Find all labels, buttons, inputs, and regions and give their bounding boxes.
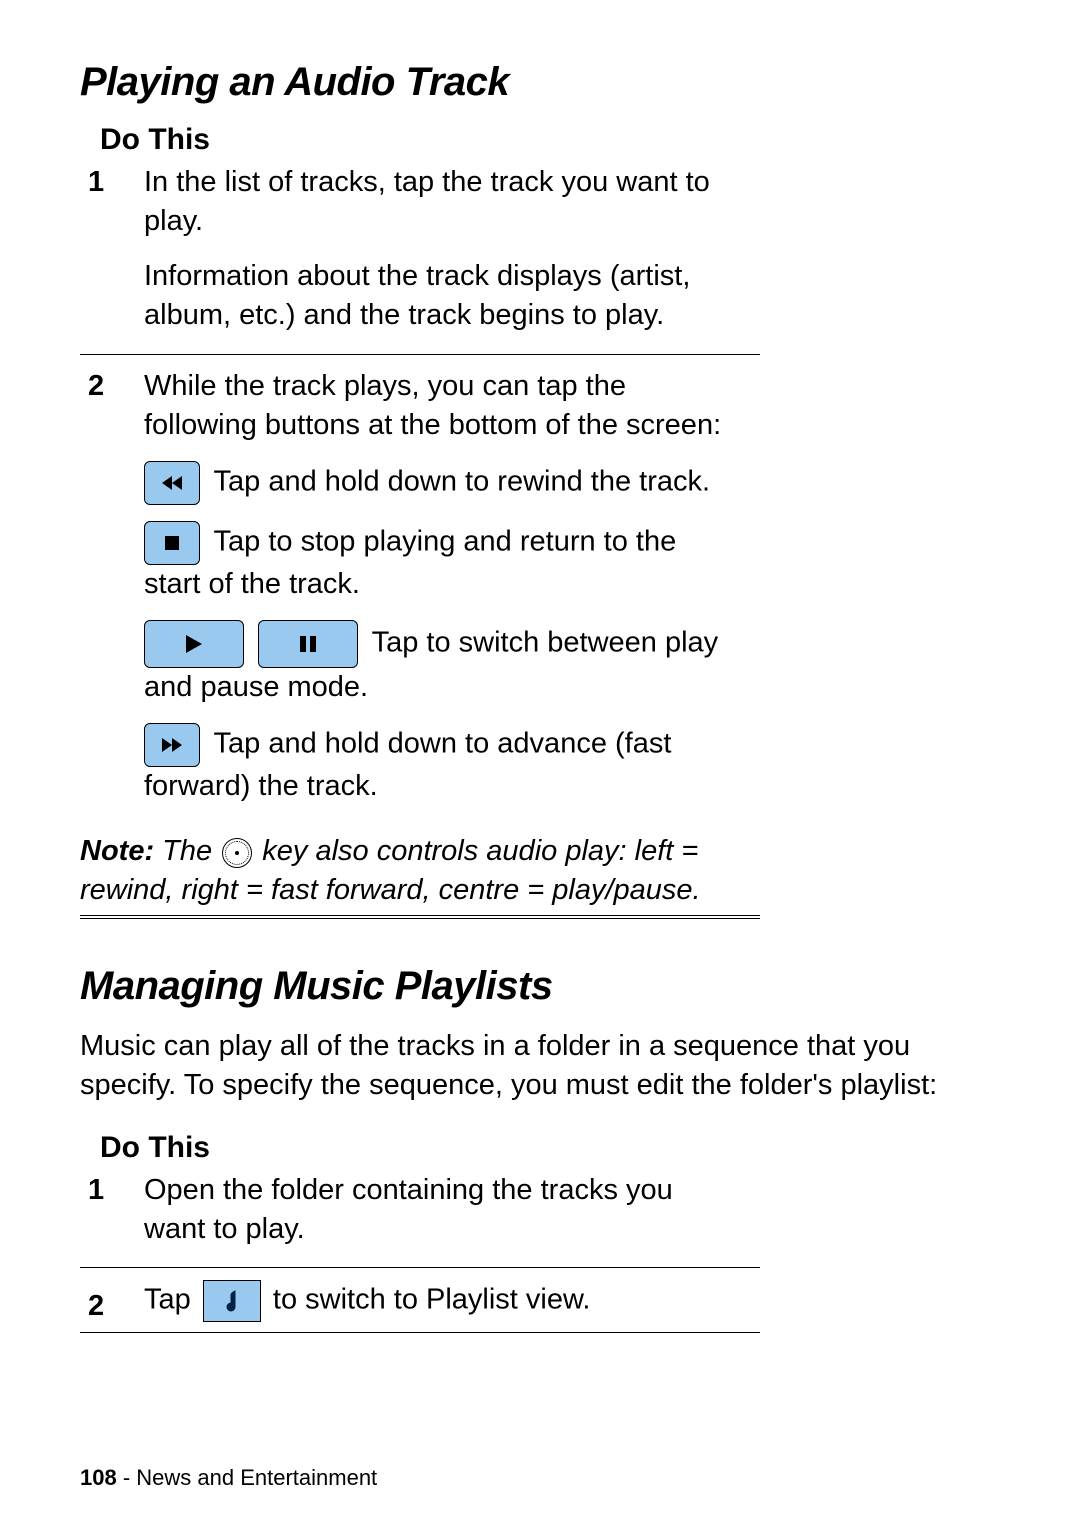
double-divider [80, 915, 760, 919]
section-intro: Music can play all of the tracks in a fo… [80, 1027, 1000, 1105]
control-desc: Tap and hold down to advance (fast forwa… [144, 728, 671, 802]
divider [80, 1267, 760, 1268]
divider [80, 1332, 760, 1333]
nav-key-icon [222, 838, 252, 868]
step-number: 1 [80, 1171, 144, 1267]
step-row: 1 In the list of tracks, tap the track y… [80, 163, 760, 354]
page-footer: 108 - News and Entertainment [80, 1465, 377, 1491]
step-text: Information about the track displays (ar… [144, 257, 740, 335]
step-text: In the list of tracks, tap the track you… [144, 163, 740, 241]
step-text: While the track plays, you can tap the f… [144, 367, 740, 445]
do-this-heading: Do This [100, 1131, 760, 1165]
divider [80, 354, 760, 355]
control-desc: Tap and hold down to rewind the track. [206, 466, 710, 498]
rewind-icon [144, 461, 200, 505]
fast-forward-icon [144, 723, 200, 767]
step-row: 1 Open the folder containing the tracks … [80, 1171, 760, 1267]
do-this-heading: Do This [100, 123, 760, 157]
step-number: 2 [80, 1287, 144, 1326]
note-text: Note: The key also controls audio play: … [80, 832, 760, 910]
music-note-icon [203, 1280, 261, 1322]
step-text: Tap [144, 1284, 199, 1316]
stop-icon [144, 521, 200, 565]
section-heading-playing: Playing an Audio Track [80, 60, 1000, 105]
step-text: to switch to Playlist view. [273, 1284, 591, 1316]
section-heading-playlists: Managing Music Playlists [80, 964, 1000, 1009]
step-row: 2 Tap to switch to Playlist view. [80, 1280, 760, 1332]
step-row: 2 While the track plays, you can tap the… [80, 367, 760, 825]
step-text: Open the folder containing the tracks yo… [144, 1171, 740, 1249]
control-desc: Tap to stop playing and return to the st… [144, 526, 676, 600]
step-number: 2 [80, 367, 144, 825]
step-number: 1 [80, 163, 144, 354]
pause-icon [258, 620, 358, 668]
play-icon [144, 620, 244, 668]
